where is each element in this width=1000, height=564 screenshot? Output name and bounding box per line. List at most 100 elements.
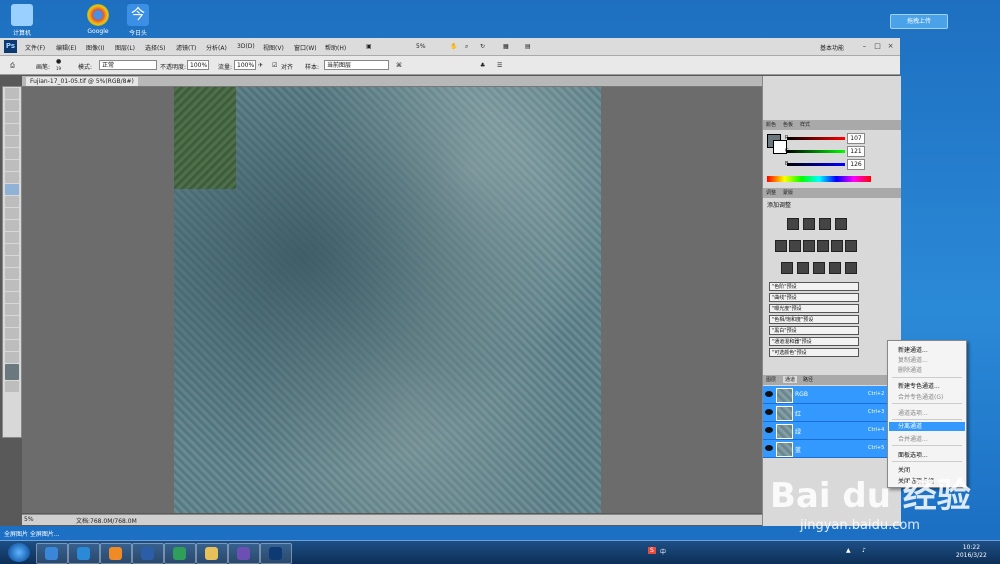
preset-channel-mixer[interactable]: "通道混和器"预设 (769, 337, 859, 346)
taskbar-app-media[interactable] (228, 543, 260, 564)
satellite-image[interactable] (174, 87, 601, 513)
quick-select-tool-icon[interactable] (5, 124, 19, 135)
preset-levels[interactable]: "色阶"预设 (769, 282, 859, 291)
tab-channels[interactable]: 通道 (783, 376, 798, 383)
shape-tool-icon[interactable] (5, 292, 19, 303)
gradient-tool-icon[interactable] (5, 220, 19, 231)
network-icon[interactable]: ▲ (846, 547, 851, 554)
menu-file[interactable]: 文件(F) (25, 43, 45, 52)
taskbar-app-ie[interactable] (68, 543, 100, 564)
menu-split-channels[interactable]: 分离通道 (889, 422, 965, 431)
color-swatches-icon[interactable] (5, 364, 19, 380)
black-white-icon[interactable] (817, 240, 829, 252)
taskbar-app-folder[interactable] (196, 543, 228, 564)
chrome-desktop-icon[interactable]: Google (76, 4, 120, 35)
tab-adjustments[interactable]: 调整 (766, 189, 776, 196)
taskbar-app-search[interactable] (164, 543, 196, 564)
tab-styles[interactable]: 样式 (800, 121, 810, 128)
channel-b-slider[interactable] (787, 163, 845, 166)
posterize-icon[interactable] (797, 262, 809, 274)
upload-button[interactable]: 拖拽上传 (890, 14, 948, 29)
system-clock[interactable]: 10:22 2016/3/22 (956, 544, 987, 560)
tab-layers[interactable]: 图层 (766, 376, 776, 383)
computer-desktop-icon[interactable]: 计算机 (0, 4, 44, 37)
color-balance-icon[interactable] (803, 240, 815, 252)
channel-row-blue[interactable]: 蓝 Ctrl+5 (763, 440, 887, 458)
arrange-documents-icon[interactable]: ▦ (503, 43, 509, 50)
menu-help[interactable]: 帮助(H) (325, 43, 346, 52)
menu-window[interactable]: 窗口(W) (294, 43, 317, 52)
tab-color[interactable]: 颜色 (766, 121, 776, 128)
brush-preview-icon[interactable]: ● (56, 58, 61, 65)
color-spectrum-bar[interactable] (767, 176, 871, 182)
align-checkbox[interactable]: ☑ (272, 62, 277, 69)
path-select-tool-icon[interactable] (5, 280, 19, 291)
eyedropper-tool-icon[interactable] (5, 148, 19, 159)
channel-row-green[interactable]: 绿 Ctrl+4 (763, 422, 887, 440)
preset-curves[interactable]: "曲线"预设 (769, 293, 859, 302)
dodge-tool-icon[interactable] (5, 244, 19, 255)
menu-select[interactable]: 选择(S) (145, 43, 166, 52)
selective-color-icon[interactable] (845, 262, 857, 274)
taskbar-app-baidu[interactable] (36, 543, 68, 564)
menu-channel-options[interactable]: 通道选项... (898, 408, 928, 417)
crop-tool-icon[interactable] (5, 136, 19, 147)
levels-icon[interactable] (803, 218, 815, 230)
hand-tool-icon[interactable]: ✋ (450, 43, 457, 50)
curves-icon[interactable] (819, 218, 831, 230)
preset-hue-saturation[interactable]: "色相/饱和度"预设 (769, 315, 859, 324)
3d-orbit-tool-icon[interactable] (5, 316, 19, 327)
channel-row-red[interactable]: 红 Ctrl+3 (763, 404, 887, 422)
clone-source-icon[interactable]: ♣ (480, 62, 485, 69)
tablet-pressure-icon[interactable]: ☰ (497, 62, 502, 69)
brightness-contrast-icon[interactable] (787, 218, 799, 230)
canvas-area[interactable] (22, 87, 762, 513)
toutiao-desktop-icon[interactable]: 今 今日头 (116, 4, 160, 37)
airbrush-icon[interactable]: ✈ (258, 62, 263, 69)
minimize-icon[interactable]: – (860, 42, 869, 51)
menu-view[interactable]: 视图(V) (263, 43, 284, 52)
menu-new-channel[interactable]: 新建通道... (898, 345, 928, 354)
quick-mask-icon[interactable] (5, 381, 19, 392)
menu-merge-spot-channel[interactable]: 合并专色通道(G) (898, 392, 943, 401)
flow-field[interactable]: 100% (234, 60, 256, 70)
taskbar-app-firefox[interactable] (100, 543, 132, 564)
menu-analysis[interactable]: 分析(A) (206, 43, 227, 52)
menu-3d[interactable]: 3D(D) (237, 43, 255, 50)
menu-delete-channel[interactable]: 删除通道 (898, 365, 922, 374)
preset-selective-color[interactable]: "可选颜色"预设 (769, 348, 859, 357)
zoom-tool-icon[interactable] (5, 340, 19, 351)
move-tool-icon[interactable] (5, 88, 19, 99)
ignore-adjustment-icon[interactable]: ⌘ (396, 62, 402, 69)
document-tab[interactable]: Fujian-17_01-05.tif @ 5%(RGB/8#) (26, 77, 138, 86)
channel-g-value[interactable]: 121 (847, 146, 865, 157)
tab-swatches[interactable]: 色板 (783, 121, 793, 128)
preset-black-white[interactable]: "黑白"预设 (769, 326, 859, 335)
preset-exposure[interactable]: "曝光度"预设 (769, 304, 859, 313)
zoom-tool-icon[interactable]: ⌕ (465, 43, 468, 51)
channel-g-slider[interactable] (787, 150, 845, 153)
status-zoom[interactable]: 5% (24, 516, 34, 523)
channel-r-value[interactable]: 107 (847, 133, 865, 144)
mode-select[interactable]: 正常 (99, 60, 157, 70)
menu-duplicate-channel[interactable]: 复制通道... (898, 355, 928, 364)
sogou-ime-icon[interactable]: S (648, 547, 656, 554)
blur-tool-icon[interactable] (5, 232, 19, 243)
screen-mode-menu-icon[interactable]: ▤ (525, 43, 531, 50)
default-colors-icon[interactable] (5, 352, 19, 363)
zoom-level-menu[interactable]: 5% (416, 43, 426, 50)
maximize-icon[interactable]: □ (873, 42, 882, 51)
clone-stamp-tool-icon[interactable]: ⎙ (10, 62, 15, 70)
channel-r-slider[interactable] (787, 137, 845, 140)
workspace-switcher[interactable]: 基本功能 (820, 43, 844, 52)
tab-masks[interactable]: 蒙版 (783, 189, 793, 196)
marquee-tool-icon[interactable] (5, 100, 19, 111)
visibility-eye-icon[interactable] (765, 391, 773, 397)
menu-panel-options[interactable]: 面板选项... (898, 450, 928, 459)
tab-paths[interactable]: 路径 (803, 376, 813, 383)
invert-icon[interactable] (781, 262, 793, 274)
close-icon[interactable]: × (886, 42, 895, 51)
pen-tool-icon[interactable] (5, 256, 19, 267)
screen-mode-icon[interactable]: ▣ (366, 43, 372, 50)
start-button-icon[interactable] (8, 543, 30, 562)
